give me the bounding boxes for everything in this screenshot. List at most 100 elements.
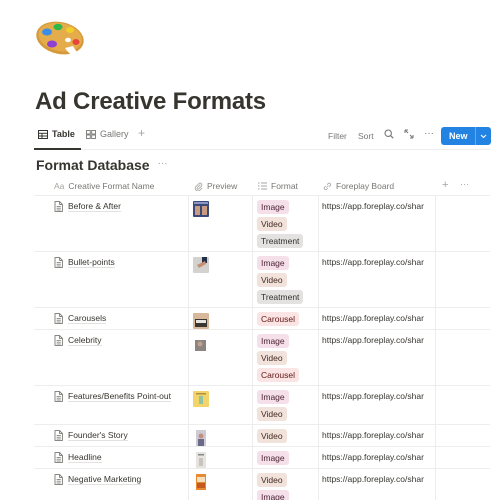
search-button[interactable]: [384, 129, 394, 141]
column-divider: [188, 308, 189, 329]
foreplay-board-link[interactable]: https://app.foreplay.co/shar: [322, 430, 434, 440]
search-icon: [384, 129, 394, 139]
column-divider: [252, 425, 253, 446]
column-divider: [318, 447, 319, 468]
database-title: Format Database ···: [36, 157, 168, 173]
column-divider: [252, 447, 253, 468]
column-header-name[interactable]: Aa Creative Format Name: [54, 181, 154, 191]
column-divider: [188, 330, 189, 385]
carousels-thumbnail[interactable]: [193, 313, 209, 329]
row-name: Carousels: [68, 313, 107, 324]
table-header: Aa Creative Format Name Preview Format F…: [34, 178, 490, 196]
foreplay-board-link[interactable]: https://app.foreplay.co/shar: [322, 474, 434, 484]
foreplay-board-link[interactable]: https://app.foreplay.co/shar: [322, 257, 434, 267]
column-divider: [188, 252, 189, 307]
format-tag-image: Image: [257, 390, 289, 404]
page-icon: [54, 430, 63, 441]
tab-gallery-label: Gallery: [100, 129, 129, 139]
table-row[interactable]: Bullet-points Image Video Treatment https:…: [34, 252, 490, 308]
format-tag-video: Video: [257, 429, 287, 443]
row-name-cell[interactable]: Founder's Story: [54, 430, 128, 441]
row-name-cell[interactable]: Features/Benefits Point-out: [54, 391, 172, 402]
table-row[interactable]: Negative Marketing Video Image https://ap…: [34, 469, 490, 500]
column-header-board-label: Foreplay Board: [336, 181, 395, 191]
column-header-preview[interactable]: Preview: [194, 181, 237, 191]
column-divider: [252, 196, 253, 251]
table-row[interactable]: Before & After Image Video Treatment https…: [34, 196, 490, 252]
column-header-name-label: Creative Format Name: [68, 181, 155, 191]
page-title: Ad Creative Formats: [35, 88, 266, 115]
column-divider: [435, 330, 436, 385]
format-tags: Video: [257, 429, 287, 443]
new-dropdown-button[interactable]: [476, 134, 491, 139]
tab-table[interactable]: Table: [38, 129, 75, 139]
board-url: https://app.foreplay.co/shar: [322, 313, 424, 323]
column-divider: [188, 447, 189, 468]
before-after-thumbnail[interactable]: [193, 201, 209, 217]
headline-thumbnail[interactable]: [193, 452, 209, 468]
format-table: Aa Creative Format Name Preview Format F…: [34, 178, 490, 500]
bullet-points-thumbnail[interactable]: [193, 257, 209, 273]
table-row[interactable]: Celebrity Image Video Carousel https://app…: [34, 330, 490, 386]
page-icon: [54, 335, 63, 346]
founder-thumbnail[interactable]: [193, 430, 209, 446]
format-tags: Image Video Treatment: [257, 256, 304, 304]
sort-button[interactable]: Sort: [358, 131, 374, 141]
table-row[interactable]: Headline Image https://app.foreplay.co/s…: [34, 447, 490, 469]
foreplay-board-link[interactable]: https://app.foreplay.co/shar: [322, 335, 434, 345]
format-tag-image: Image: [257, 334, 289, 348]
row-name: Features/Benefits Point-out: [68, 391, 172, 402]
tab-gallery[interactable]: Gallery: [86, 129, 129, 139]
foreplay-board-link[interactable]: https://app.foreplay.co/shar: [322, 452, 434, 462]
add-view-button[interactable]: +: [138, 126, 145, 140]
board-url: https://app.foreplay.co/shar: [322, 474, 424, 484]
text-property-icon: Aa: [54, 181, 65, 191]
format-tags: Image: [257, 451, 289, 465]
format-tag-video: Video: [257, 351, 287, 365]
column-divider: [435, 469, 436, 500]
column-more-button[interactable]: ···: [460, 179, 469, 189]
column-divider: [435, 308, 436, 329]
row-name-cell[interactable]: Headline: [54, 452, 102, 463]
column-divider: [252, 252, 253, 307]
list-icon: [258, 182, 267, 190]
column-divider: [188, 469, 189, 500]
page-icon: [54, 391, 63, 402]
expand-button[interactable]: [404, 129, 414, 141]
column-divider: [435, 386, 436, 424]
gallery-icon: [86, 129, 96, 139]
format-tag-video: Video: [257, 273, 287, 287]
chevron-down-icon: [480, 134, 487, 138]
board-url: https://app.foreplay.co/shar: [322, 391, 424, 401]
foreplay-board-link[interactable]: https://app.foreplay.co/shar: [322, 391, 434, 401]
celebrity-thumbnail[interactable]: [193, 335, 209, 351]
row-name-cell[interactable]: Carousels: [54, 313, 107, 324]
row-name-cell[interactable]: Before & After: [54, 201, 121, 212]
link-icon: [323, 182, 332, 190]
column-header-format[interactable]: Format: [258, 181, 298, 191]
table-icon: [38, 129, 48, 139]
column-divider: [318, 386, 319, 424]
format-tag-image: Image: [257, 256, 289, 270]
foreplay-board-link[interactable]: https://app.foreplay.co/shar: [322, 313, 434, 323]
table-row[interactable]: Features/Benefits Point-out Image Video h…: [34, 386, 490, 425]
add-column-button[interactable]: +: [442, 179, 448, 191]
column-header-board[interactable]: Foreplay Board: [323, 181, 394, 191]
active-tab-indicator: [34, 148, 81, 150]
row-name-cell[interactable]: Negative Marketing: [54, 474, 142, 485]
row-name-cell[interactable]: Bullet-points: [54, 257, 115, 268]
foreplay-board-link[interactable]: https://app.foreplay.co/shar: [322, 201, 434, 211]
table-row[interactable]: Carousels Carousel https://app.foreplay.…: [34, 308, 490, 330]
format-tags: Carousel: [257, 312, 300, 326]
negative-marketing-thumbnail[interactable]: [193, 474, 209, 490]
row-name-cell[interactable]: Celebrity: [54, 335, 102, 346]
row-name: Negative Marketing: [68, 474, 142, 485]
more-options-button[interactable]: ···: [424, 128, 434, 139]
database-more-button[interactable]: ···: [158, 158, 168, 169]
new-button[interactable]: New: [441, 127, 491, 145]
features-thumbnail[interactable]: [193, 391, 209, 407]
table-row[interactable]: Founder's Story Video https://app.forepl…: [34, 425, 490, 447]
filter-button[interactable]: Filter: [328, 131, 347, 141]
board-url: https://app.foreplay.co/shar: [322, 430, 424, 440]
format-tags: Video Image: [257, 473, 289, 500]
